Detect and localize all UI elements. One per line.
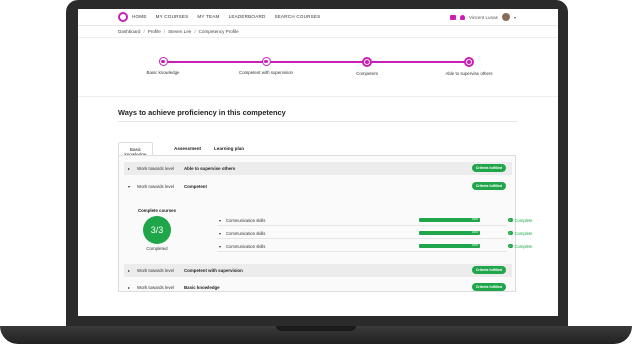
stage-competent-with-supervision[interactable]: Competent with supervision [216, 57, 316, 75]
nav-links: HOME MY COURSES MY TEAM LEADERBOARD SEAR… [132, 14, 320, 19]
stage-basic-knowledge[interactable]: Basic knowledge [113, 57, 213, 75]
stage-dot [261, 57, 271, 66]
complete-courses-subtitle: Completed [146, 246, 168, 251]
course-progress-bar: 100% [419, 218, 480, 222]
criteria-fulfilled-button[interactable]: Criteria fulfilled [472, 283, 506, 291]
top-nav: HOME MY COURSES MY TEAM LEADERBOARD SEAR… [78, 9, 558, 26]
course-name[interactable]: Communication skills [226, 244, 265, 249]
progress-text: 100% [471, 244, 478, 247]
row-label: Work towards level [137, 166, 175, 171]
section-title: Ways to achieve proficiency in this comp… [118, 108, 286, 117]
complete-courses-title: Complete courses [137, 208, 177, 213]
breadcrumb-separator: / [163, 29, 166, 34]
progress-text: 100% [471, 218, 478, 221]
breadcrumb-current: Competency Profile [198, 29, 239, 34]
status-text: Complete [514, 243, 533, 249]
row-level: Able to supervise others [184, 166, 236, 171]
row-level: Competent [184, 184, 207, 189]
competency-progress: Basic knowledge Competent with supervisi… [78, 37, 558, 97]
progress-text: 100% [471, 231, 478, 234]
breadcrumb: Dashboard / Profile / Steven Lee / Compe… [118, 27, 518, 36]
collapse-icon[interactable]: ▾ [219, 231, 221, 236]
laptop-notch [276, 326, 356, 331]
collapse-icon[interactable]: ▾ [128, 184, 130, 189]
status-text: Complete [514, 217, 533, 223]
tab-basic-knowledge[interactable]: Basic knowledge [118, 142, 153, 157]
stage-dot [158, 57, 168, 66]
nav-my-team[interactable]: MY TEAM [197, 14, 219, 19]
status-badge: ✓ Complete [508, 244, 532, 249]
course-progress-bar: 100% [419, 244, 480, 248]
criteria-fulfilled-button[interactable]: Criteria fulfilled [472, 266, 506, 274]
expand-icon[interactable]: ▸ [128, 268, 130, 273]
tab-learning-plan[interactable]: Learning plan [214, 142, 244, 155]
check-icon: ✓ [508, 230, 513, 236]
course-row: ▾ Communication skills 100% ✓ Complete [217, 240, 532, 252]
nav-my-courses[interactable]: MY COURSES [156, 14, 189, 19]
chevron-down-icon[interactable]: ▾ [514, 15, 516, 20]
row-level: Basic knowledge [184, 285, 220, 290]
row-label: Work towards level [137, 268, 175, 273]
course-name[interactable]: Communication skills [226, 218, 265, 223]
check-icon: ✓ [508, 217, 513, 223]
course-progress-bar: 100% [419, 231, 480, 235]
stage-label: Basic knowledge [146, 70, 180, 75]
collapse-icon[interactable]: ▾ [219, 244, 221, 249]
check-icon: ✓ [508, 243, 513, 249]
stage-competent[interactable]: Competent [317, 56, 417, 76]
breadcrumb-user[interactable]: Steven Lee [168, 29, 191, 34]
notification-icon[interactable] [459, 14, 465, 20]
chat-icon[interactable] [449, 14, 456, 20]
level-row: ▸ Work towards level Able to supervise o… [124, 162, 512, 175]
complete-courses-summary: Complete courses 3/3 Completed [127, 208, 187, 251]
expand-icon[interactable]: ▸ [128, 285, 130, 290]
tab-bar: Basic knowledge Assessment Learning plan [118, 142, 518, 157]
criteria-fulfilled-button[interactable]: Criteria fulfilled [472, 182, 506, 190]
row-label: Work towards level [137, 285, 175, 290]
complete-courses-count: 3/3 [143, 216, 171, 244]
course-row: ▾ Communication skills 100% ✓ Complete [217, 214, 532, 226]
row-label: Work towards level [137, 184, 175, 189]
breadcrumb-separator: / [143, 29, 145, 34]
collapse-icon[interactable]: ▾ [219, 218, 221, 223]
level-row: ▾ Work towards level Competent Criteria … [124, 180, 512, 193]
breadcrumb-profile[interactable]: Profile [148, 29, 161, 34]
course-name[interactable]: Communication skills [226, 231, 265, 236]
stage-dot [464, 56, 474, 67]
status-text: Complete [514, 230, 533, 236]
app-screen: HOME MY COURSES MY TEAM LEADERBOARD SEAR… [78, 9, 558, 316]
stage-label: Competent [356, 70, 378, 76]
tab-assessment[interactable]: Assessment [174, 142, 201, 155]
tab-panel: ▸ Work towards level Able to supervise o… [118, 155, 532, 294]
breadcrumb-dashboard[interactable]: Dashboard [118, 29, 140, 34]
divider [118, 121, 518, 122]
avatar[interactable] [501, 13, 510, 21]
nav-home[interactable]: HOME [132, 14, 147, 19]
row-level: Competent with supervision [184, 268, 243, 273]
expand-icon[interactable]: ▸ [128, 166, 130, 171]
course-row: ▾ Communication skills 100% ✓ Complete [217, 227, 532, 239]
level-row: ▸ Work towards level Competent with supe… [124, 264, 512, 277]
nav-leaderboard[interactable]: LEADERBOARD [229, 14, 266, 19]
logo-icon[interactable] [118, 12, 128, 22]
nav-user-area: Vincent Lunas ▾ [449, 13, 516, 21]
breadcrumb-separator: / [194, 29, 196, 34]
nav-search-courses[interactable]: SEARCH COURSES [275, 14, 321, 19]
user-name[interactable]: Vincent Lunas [469, 15, 498, 20]
criteria-fulfilled-button[interactable]: Criteria fulfilled [472, 164, 506, 172]
status-badge: ✓ Complete [508, 231, 532, 236]
stage-dot [362, 56, 372, 67]
stage-able-to-supervise[interactable]: Able to supervise others [419, 56, 519, 76]
level-row: ▸ Work towards level Basic knowledge Cri… [124, 281, 512, 294]
stage-label: Able to supervise others [445, 70, 493, 76]
status-badge: ✓ Complete [508, 218, 532, 223]
stage-label: Competent with supervision [239, 70, 293, 75]
